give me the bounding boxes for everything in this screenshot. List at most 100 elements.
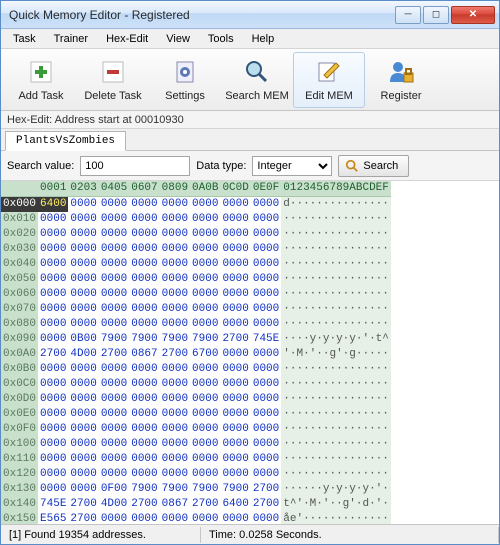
data-type-select[interactable]: Integer: [252, 156, 332, 176]
hex-word[interactable]: 0000: [68, 287, 98, 302]
hex-word[interactable]: 0000: [251, 197, 281, 213]
hex-word[interactable]: 0000: [251, 347, 281, 362]
hex-word[interactable]: 0000: [160, 317, 190, 332]
hex-word[interactable]: 0000: [251, 512, 281, 524]
hex-word[interactable]: 0000: [38, 392, 68, 407]
hex-word[interactable]: 0000: [190, 512, 220, 524]
hex-word[interactable]: 0000: [220, 512, 250, 524]
hex-word[interactable]: 0000: [99, 242, 129, 257]
hex-word[interactable]: 0000: [99, 287, 129, 302]
hex-row[interactable]: 0x06000000000000000000000000000000000···…: [1, 287, 391, 302]
hex-word[interactable]: 0000: [38, 467, 68, 482]
hex-word[interactable]: 2700: [99, 347, 129, 362]
hex-word[interactable]: 0000: [220, 227, 250, 242]
hex-word[interactable]: 7900: [129, 332, 159, 347]
hex-word[interactable]: 0000: [68, 362, 98, 377]
hex-word[interactable]: 0000: [190, 212, 220, 227]
hex-word[interactable]: 0000: [99, 467, 129, 482]
hex-word[interactable]: 2700: [68, 512, 98, 524]
hex-word[interactable]: 0000: [129, 407, 159, 422]
hex-word[interactable]: 0000: [68, 257, 98, 272]
hex-word[interactable]: 745E: [38, 497, 68, 512]
hex-row[interactable]: 0x10000000000000000000000000000000000···…: [1, 437, 391, 452]
menu-trainer[interactable]: Trainer: [46, 31, 96, 47]
hex-word[interactable]: 0000: [251, 467, 281, 482]
hex-word[interactable]: 0000: [190, 407, 220, 422]
hex-word[interactable]: 0000: [220, 287, 250, 302]
hex-word[interactable]: 0000: [220, 452, 250, 467]
hex-word[interactable]: 0000: [99, 377, 129, 392]
hex-word[interactable]: 0000: [38, 317, 68, 332]
hex-word[interactable]: 0000: [190, 197, 220, 213]
hex-word[interactable]: 0000: [129, 452, 159, 467]
hex-word[interactable]: 0000: [190, 257, 220, 272]
hex-word[interactable]: 0000: [190, 422, 220, 437]
hex-word[interactable]: 0000: [68, 437, 98, 452]
maximize-button[interactable]: ◻: [423, 6, 449, 24]
hex-row[interactable]: 0x0E000000000000000000000000000000000···…: [1, 407, 391, 422]
hex-word[interactable]: 0000: [220, 257, 250, 272]
hex-word[interactable]: 0000: [190, 317, 220, 332]
hex-word[interactable]: 0000: [68, 407, 98, 422]
toolbar-add-task[interactable]: Add Task: [5, 52, 77, 108]
process-tab[interactable]: PlantsVsZombies: [5, 131, 126, 151]
hex-word[interactable]: 0000: [68, 422, 98, 437]
hex-word[interactable]: 0000: [160, 257, 190, 272]
hex-row[interactable]: 0x0F000000000000000000000000000000000···…: [1, 422, 391, 437]
hex-word[interactable]: 7900: [220, 482, 250, 497]
hex-word[interactable]: 0F00: [99, 482, 129, 497]
toolbar-settings[interactable]: Settings: [149, 52, 221, 108]
hex-word[interactable]: 0000: [68, 317, 98, 332]
hex-word[interactable]: 0000: [190, 392, 220, 407]
hex-word[interactable]: 0000: [160, 272, 190, 287]
hex-word[interactable]: 0000: [190, 272, 220, 287]
menu-hex-edit[interactable]: Hex-Edit: [98, 31, 156, 47]
hex-row[interactable]: 0x07000000000000000000000000000000000···…: [1, 302, 391, 317]
hex-word[interactable]: 0000: [190, 452, 220, 467]
hex-row[interactable]: 0x08000000000000000000000000000000000···…: [1, 317, 391, 332]
hex-word[interactable]: 2700: [220, 332, 250, 347]
hex-row[interactable]: 0x11000000000000000000000000000000000···…: [1, 452, 391, 467]
hex-word[interactable]: 2700: [190, 497, 220, 512]
hex-word[interactable]: 0000: [251, 317, 281, 332]
hex-word[interactable]: 0000: [220, 302, 250, 317]
hex-word[interactable]: 2700: [68, 497, 98, 512]
hex-word[interactable]: 0000: [190, 362, 220, 377]
hex-word[interactable]: 0000: [129, 392, 159, 407]
hex-word[interactable]: 0000: [38, 287, 68, 302]
hex-row[interactable]: 0x01000000000000000000000000000000000···…: [1, 212, 391, 227]
hex-word[interactable]: 0000: [99, 362, 129, 377]
hex-word[interactable]: 0000: [129, 422, 159, 437]
close-button[interactable]: ✕: [451, 6, 495, 24]
hex-word[interactable]: E565: [38, 512, 68, 524]
hex-word[interactable]: 0000: [190, 437, 220, 452]
hex-word[interactable]: 0000: [160, 392, 190, 407]
menu-help[interactable]: Help: [244, 31, 283, 47]
hex-word[interactable]: 0000: [220, 212, 250, 227]
hex-word[interactable]: 0000: [251, 392, 281, 407]
hex-word[interactable]: 0000: [129, 377, 159, 392]
hex-word[interactable]: 0000: [38, 482, 68, 497]
hex-word[interactable]: 0000: [129, 317, 159, 332]
toolbar-edit-mem[interactable]: Edit MEM: [293, 52, 365, 108]
hex-word[interactable]: 2700: [160, 347, 190, 362]
menu-view[interactable]: View: [158, 31, 198, 47]
hex-word[interactable]: 0000: [129, 512, 159, 524]
hex-word[interactable]: 6400: [220, 497, 250, 512]
hex-word[interactable]: 0000: [68, 272, 98, 287]
hex-row[interactable]: 0x140745E27004D0027000867270064002700t^'…: [1, 497, 391, 512]
hex-word[interactable]: 0000: [220, 437, 250, 452]
hex-word[interactable]: 0000: [38, 227, 68, 242]
hex-row[interactable]: 0x130000000000F0079007900790079002700···…: [1, 482, 391, 497]
hex-word[interactable]: 0000: [38, 377, 68, 392]
hex-word[interactable]: 0000: [68, 392, 98, 407]
hex-word[interactable]: 0000: [251, 362, 281, 377]
hex-word[interactable]: 0000: [68, 242, 98, 257]
hex-word[interactable]: 0000: [38, 407, 68, 422]
hex-word[interactable]: 0867: [160, 497, 190, 512]
hex-word[interactable]: 0000: [99, 422, 129, 437]
hex-word[interactable]: 7900: [99, 332, 129, 347]
hex-word[interactable]: 6400: [38, 197, 68, 213]
toolbar-delete-task[interactable]: Delete Task: [77, 52, 149, 108]
hex-word[interactable]: 7900: [190, 482, 220, 497]
